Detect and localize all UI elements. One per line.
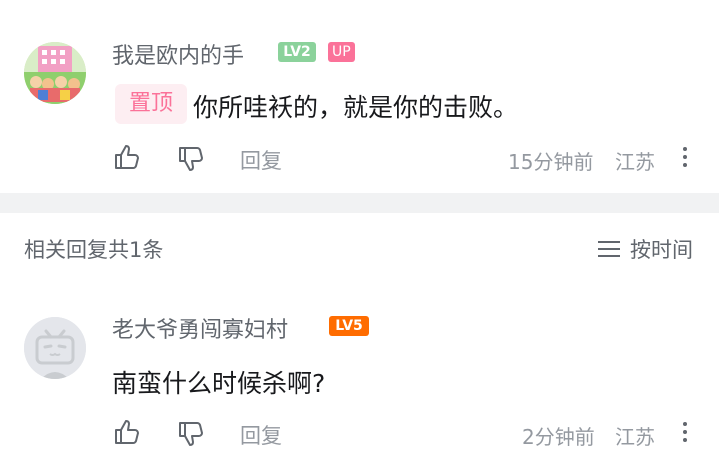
avatar[interactable] bbox=[24, 42, 86, 104]
sort-label: 按时间 bbox=[630, 238, 693, 262]
username[interactable]: 老大爷勇闯寡妇村 bbox=[112, 312, 288, 344]
dislike-icon bbox=[179, 422, 203, 446]
comment-text: 你所哇袄的，就是你的击败。 bbox=[193, 93, 519, 122]
like-icon bbox=[115, 145, 139, 169]
comment-location: 江苏 bbox=[615, 425, 655, 449]
dislike-icon bbox=[179, 147, 203, 171]
reply-button[interactable]: 回复 bbox=[240, 145, 282, 175]
pinned-comment: 我是欧内的手 LV2 UP 置顶 你所哇袄的，就是你的击败。 回复 15分钟前 … bbox=[0, 0, 719, 193]
sort-icon bbox=[598, 241, 620, 257]
comment-text: 南蛮什么时候杀啊? bbox=[112, 369, 326, 398]
dislike-button[interactable] bbox=[177, 145, 205, 173]
pinned-tag: 置顶 bbox=[115, 84, 187, 124]
more-icon[interactable] bbox=[682, 422, 688, 446]
reply-button[interactable]: 回复 bbox=[240, 420, 282, 450]
sort-button[interactable]: 按时间 bbox=[598, 234, 693, 264]
comment-location: 江苏 bbox=[615, 150, 655, 174]
comment-time: 2分钟前 bbox=[522, 425, 595, 449]
tv-avatar-icon[interactable] bbox=[24, 317, 86, 379]
like-button[interactable] bbox=[113, 418, 141, 446]
level-badge: LV2 bbox=[278, 42, 316, 62]
level-badge: LV5 bbox=[329, 316, 369, 336]
up-badge: UP bbox=[328, 42, 355, 62]
like-icon bbox=[115, 420, 139, 444]
section-divider bbox=[0, 193, 719, 213]
username[interactable]: 我是欧内的手 bbox=[112, 38, 244, 70]
more-icon[interactable] bbox=[682, 147, 688, 171]
comment-time: 15分钟前 bbox=[508, 150, 594, 174]
replies-count-title: 相关回复共1条 bbox=[24, 238, 164, 262]
like-button[interactable] bbox=[113, 143, 141, 171]
dislike-button[interactable] bbox=[177, 420, 205, 448]
